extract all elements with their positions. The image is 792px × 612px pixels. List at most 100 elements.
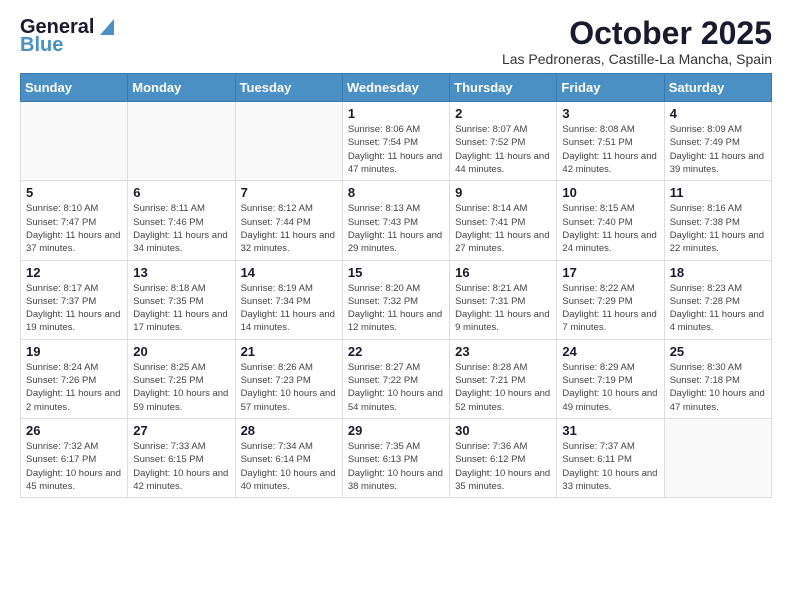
day-info: Sunrise: 8:27 AMSunset: 7:22 PMDaylight:… (348, 361, 444, 414)
calendar-day-cell: 24Sunrise: 8:29 AMSunset: 7:19 PMDayligh… (557, 339, 664, 418)
day-info: Sunrise: 8:24 AMSunset: 7:26 PMDaylight:… (26, 361, 122, 414)
day-number: 3 (562, 106, 658, 121)
day-number: 22 (348, 344, 444, 359)
day-info: Sunrise: 7:36 AMSunset: 6:12 PMDaylight:… (455, 440, 551, 493)
calendar-day-cell: 28 Sunrise: 7:34 AMSunset: 6:14 PMDayligh… (235, 418, 342, 497)
calendar-week-row: 26 Sunrise: 7:32 AMSunset: 6:17 PMDayligh… (21, 418, 772, 497)
day-info: Sunrise: 8:15 AMSunset: 7:40 PMDaylight:… (562, 202, 658, 255)
day-number: 9 (455, 185, 551, 200)
day-info: Sunrise: 7:34 AMSunset: 6:14 PMDaylight:… (241, 440, 337, 493)
title-section: October 2025 Las Pedroneras, Castille-La… (502, 16, 772, 67)
day-info: Sunrise: 8:06 AMSunset: 7:54 PMDaylight:… (348, 123, 444, 176)
calendar-day-cell: 7 Sunrise: 8:12 AMSunset: 7:44 PMDaylight… (235, 181, 342, 260)
day-number: 26 (26, 423, 122, 438)
calendar-day-cell: 16 Sunrise: 8:21 AMSunset: 7:31 PMDayligh… (450, 260, 557, 339)
logo: General Blue (20, 16, 114, 56)
calendar-day-cell: 1 Sunrise: 8:06 AMSunset: 7:54 PMDaylight… (342, 102, 449, 181)
day-info: Sunrise: 8:23 AMSunset: 7:28 PMDaylight:… (670, 282, 766, 335)
calendar-header-row: SundayMondayTuesdayWednesdayThursdayFrid… (21, 74, 772, 102)
calendar-day-cell: 26 Sunrise: 7:32 AMSunset: 6:17 PMDayligh… (21, 418, 128, 497)
day-info: Sunrise: 8:22 AMSunset: 7:29 PMDaylight:… (562, 282, 658, 335)
day-info: Sunrise: 7:37 AMSunset: 6:11 PMDaylight:… (562, 440, 658, 493)
month-title: October 2025 (502, 16, 772, 51)
day-number: 25 (670, 344, 766, 359)
day-of-week-header: Monday (128, 74, 235, 102)
day-info: Sunrise: 8:07 AMSunset: 7:52 PMDaylight:… (455, 123, 551, 176)
calendar-day-cell: 11 Sunrise: 8:16 AMSunset: 7:38 PMDayligh… (664, 181, 771, 260)
day-number: 17 (562, 265, 658, 280)
calendar-day-cell: 13 Sunrise: 8:18 AMSunset: 7:35 PMDayligh… (128, 260, 235, 339)
calendar-day-cell: 30 Sunrise: 7:36 AMSunset: 6:12 PMDayligh… (450, 418, 557, 497)
calendar-day-cell: 9 Sunrise: 8:14 AMSunset: 7:41 PMDaylight… (450, 181, 557, 260)
day-info: Sunrise: 8:26 AMSunset: 7:23 PMDaylight:… (241, 361, 337, 414)
day-number: 11 (670, 185, 766, 200)
calendar-day-cell: 31 Sunrise: 7:37 AMSunset: 6:11 PMDayligh… (557, 418, 664, 497)
calendar-day-cell: 25 Sunrise: 8:30 AMSunset: 7:18 PMDayligh… (664, 339, 771, 418)
day-info: Sunrise: 8:18 AMSunset: 7:35 PMDaylight:… (133, 282, 229, 335)
day-info: Sunrise: 8:10 AMSunset: 7:47 PMDaylight:… (26, 202, 122, 255)
day-number: 30 (455, 423, 551, 438)
calendar-day-cell: 10 Sunrise: 8:15 AMSunset: 7:40 PMDayligh… (557, 181, 664, 260)
calendar-day-cell (664, 418, 771, 497)
day-number: 21 (241, 344, 337, 359)
calendar-day-cell: 14Sunrise: 8:19 AMSunset: 7:34 PMDayligh… (235, 260, 342, 339)
day-info: Sunrise: 8:16 AMSunset: 7:38 PMDaylight:… (670, 202, 766, 255)
day-info: Sunrise: 8:25 AMSunset: 7:25 PMDaylight:… (133, 361, 229, 414)
day-number: 31 (562, 423, 658, 438)
day-info: Sunrise: 8:17 AMSunset: 7:37 PMDaylight:… (26, 282, 122, 335)
calendar-day-cell: 20 Sunrise: 8:25 AMSunset: 7:25 PMDayligh… (128, 339, 235, 418)
day-info: Sunrise: 8:12 AMSunset: 7:44 PMDaylight:… (241, 202, 337, 255)
calendar-day-cell: 12 Sunrise: 8:17 AMSunset: 7:37 PMDayligh… (21, 260, 128, 339)
calendar-week-row: 12 Sunrise: 8:17 AMSunset: 7:37 PMDayligh… (21, 260, 772, 339)
day-number: 20 (133, 344, 229, 359)
calendar-day-cell: 15Sunrise: 8:20 AMSunset: 7:32 PMDayligh… (342, 260, 449, 339)
day-info: Sunrise: 7:33 AMSunset: 6:15 PMDaylight:… (133, 440, 229, 493)
calendar-day-cell (235, 102, 342, 181)
day-number: 1 (348, 106, 444, 121)
calendar-day-cell (21, 102, 128, 181)
day-number: 8 (348, 185, 444, 200)
day-number: 18 (670, 265, 766, 280)
day-number: 19 (26, 344, 122, 359)
day-number: 29 (348, 423, 444, 438)
day-number: 13 (133, 265, 229, 280)
day-number: 7 (241, 185, 337, 200)
page-container: General Blue October 2025 Las Pedroneras… (0, 0, 792, 508)
calendar-week-row: 1 Sunrise: 8:06 AMSunset: 7:54 PMDaylight… (21, 102, 772, 181)
day-info: Sunrise: 8:09 AMSunset: 7:49 PMDaylight:… (670, 123, 766, 176)
calendar-day-cell: 19 Sunrise: 8:24 AMSunset: 7:26 PMDayligh… (21, 339, 128, 418)
page-header: General Blue October 2025 Las Pedroneras… (20, 16, 772, 67)
calendar-week-row: 5Sunrise: 8:10 AMSunset: 7:47 PMDaylight… (21, 181, 772, 260)
day-number: 2 (455, 106, 551, 121)
day-of-week-header: Tuesday (235, 74, 342, 102)
calendar-day-cell: 4 Sunrise: 8:09 AMSunset: 7:49 PMDaylight… (664, 102, 771, 181)
day-info: Sunrise: 8:14 AMSunset: 7:41 PMDaylight:… (455, 202, 551, 255)
calendar-day-cell (128, 102, 235, 181)
day-info: Sunrise: 8:30 AMSunset: 7:18 PMDaylight:… (670, 361, 766, 414)
day-number: 23 (455, 344, 551, 359)
day-info: Sunrise: 8:21 AMSunset: 7:31 PMDaylight:… (455, 282, 551, 335)
day-number: 10 (562, 185, 658, 200)
calendar-day-cell: 21 Sunrise: 8:26 AMSunset: 7:23 PMDayligh… (235, 339, 342, 418)
day-of-week-header: Thursday (450, 74, 557, 102)
calendar-day-cell: 8 Sunrise: 8:13 AMSunset: 7:43 PMDaylight… (342, 181, 449, 260)
day-number: 16 (455, 265, 551, 280)
day-info: Sunrise: 8:08 AMSunset: 7:51 PMDaylight:… (562, 123, 658, 176)
calendar-day-cell: 18 Sunrise: 8:23 AMSunset: 7:28 PMDayligh… (664, 260, 771, 339)
calendar-day-cell: 3 Sunrise: 8:08 AMSunset: 7:51 PMDaylight… (557, 102, 664, 181)
day-info: Sunrise: 8:28 AMSunset: 7:21 PMDaylight:… (455, 361, 551, 414)
day-number: 12 (26, 265, 122, 280)
calendar-day-cell: 2 Sunrise: 8:07 AMSunset: 7:52 PMDaylight… (450, 102, 557, 181)
day-number: 15 (348, 265, 444, 280)
day-info: Sunrise: 8:29 AMSunset: 7:19 PMDaylight:… (562, 361, 658, 414)
day-of-week-header: Saturday (664, 74, 771, 102)
day-info: Sunrise: 8:13 AMSunset: 7:43 PMDaylight:… (348, 202, 444, 255)
day-info: Sunrise: 7:32 AMSunset: 6:17 PMDaylight:… (26, 440, 122, 493)
day-of-week-header: Wednesday (342, 74, 449, 102)
calendar-day-cell: 5Sunrise: 8:10 AMSunset: 7:47 PMDaylight… (21, 181, 128, 260)
logo-icon (96, 15, 114, 37)
day-number: 27 (133, 423, 229, 438)
day-number: 28 (241, 423, 337, 438)
day-number: 4 (670, 106, 766, 121)
logo-blue-text: Blue (20, 34, 63, 56)
